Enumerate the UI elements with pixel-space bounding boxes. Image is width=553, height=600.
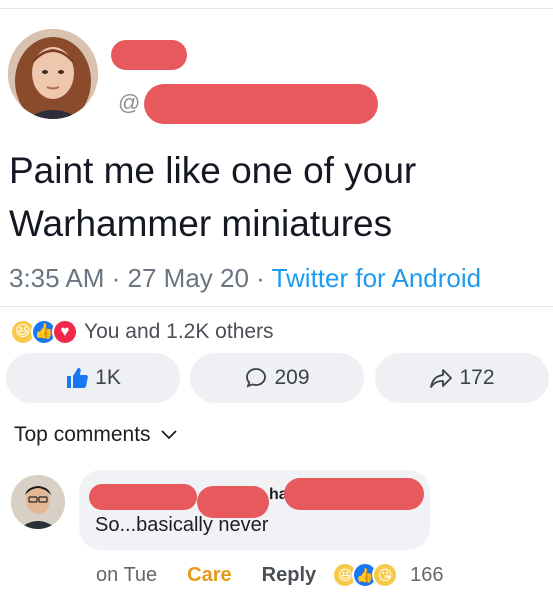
reactions-summary[interactable]: 😆 👍 ♥ You and 1.2K others <box>10 318 274 346</box>
commenter-avatar[interactable] <box>11 475 65 529</box>
top-comments-dropdown[interactable]: Top comments <box>14 423 177 447</box>
comment-actions: on Tue Care Reply 😆 👍 😘 166 <box>96 561 444 589</box>
care-reaction-button[interactable]: Care <box>187 564 231 587</box>
comment-reaction-icons[interactable]: 😆 👍 😘 <box>332 562 404 588</box>
tweet-text: Paint me like one of your Warhammer mini… <box>9 150 417 244</box>
reaction-icons: 😆 👍 ♥ <box>10 319 82 345</box>
love-icon: ♥ <box>52 319 78 345</box>
like-button[interactable]: 1K <box>6 353 180 403</box>
comment-reaction-count: 166 <box>410 563 444 586</box>
reply-button[interactable]: Reply <box>262 564 316 587</box>
comment-bubble[interactable]: ha So...basically never <box>79 470 430 550</box>
handle-at-sign: @ <box>118 90 141 115</box>
meta-separator: · <box>104 263 128 293</box>
divider <box>0 306 553 307</box>
share-count: 172 <box>459 366 495 389</box>
share-button[interactable]: 172 <box>375 353 549 403</box>
comment-time[interactable]: on Tue <box>96 564 157 587</box>
author-photo <box>8 29 98 119</box>
tweet-meta: 3:35 AM · 27 May 20 · Twitter for Androi… <box>9 263 481 294</box>
redacted-commenter-name-1 <box>89 484 197 510</box>
tweet-time: 3:35 AM <box>9 263 105 293</box>
thumbs-up-icon <box>65 366 89 390</box>
redacted-handle <box>144 84 378 124</box>
reactions-summary-text: You and 1.2K others <box>84 320 274 343</box>
comment-count: 209 <box>274 366 310 389</box>
comment-bubble-icon <box>244 366 268 390</box>
chevron-down-icon <box>160 430 177 440</box>
author-avatar[interactable] <box>8 29 98 119</box>
like-count: 1K <box>95 366 121 389</box>
redacted-commenter-name-3 <box>284 478 424 510</box>
comment-button[interactable]: 209 <box>190 353 364 403</box>
share-arrow-icon <box>429 366 453 390</box>
tweet-card: @ Paint me like one of your Warhammer mi… <box>0 8 553 306</box>
tweet-date: 27 May 20 <box>127 263 249 293</box>
tweet-source-app[interactable]: Twitter for Android <box>272 263 482 293</box>
meta-separator-2: · <box>248 263 272 293</box>
comment-text: So...basically never <box>95 514 269 536</box>
redacted-display-name <box>111 40 187 70</box>
commenter-photo <box>11 475 65 529</box>
top-comments-label: Top comments <box>14 423 151 446</box>
kiss-icon: 😘 <box>372 562 399 588</box>
